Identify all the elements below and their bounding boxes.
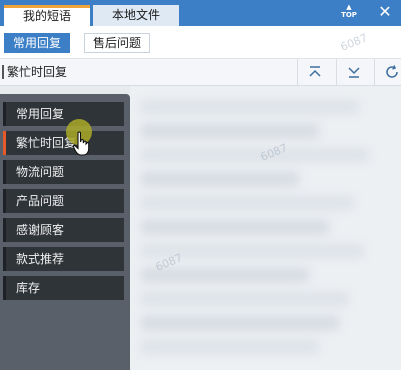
blurred-row [140,172,300,186]
menu-item-product-questions[interactable]: 产品问题 [3,189,124,213]
blurred-row [140,220,330,234]
move-to-top-button[interactable] [297,59,330,85]
top-label: TOP [341,11,357,19]
watermark: 6087 [338,31,370,54]
title-bar: 我的短语 本地文件 ▲ TOP ✕ [0,0,401,26]
menu-item-thank-customers[interactable]: 感谢顾客 [3,218,124,242]
tab-local-files[interactable]: 本地文件 [93,5,179,26]
pin-top-button[interactable]: ▲ TOP [338,4,360,22]
close-icon: ✕ [378,2,392,21]
blurred-row [140,316,340,330]
blurred-row [140,196,355,210]
menu-item-logistics[interactable]: 物流问题 [3,160,124,184]
menu-item-common-replies[interactable]: 常用回复 [3,102,124,126]
refresh-icon [386,65,398,78]
group-marker [2,65,4,79]
blurred-row [140,148,370,162]
current-group-label: 繁忙时回复 [7,65,68,79]
blurred-row [140,124,320,138]
move-to-bottom-button[interactable] [336,59,369,85]
close-button[interactable]: ✕ [376,3,394,21]
chevron-up-icon: ▲ [346,3,352,11]
menu-item-style-recommend[interactable]: 款式推荐 [3,247,124,271]
subtab-after-sales[interactable]: 售后问题 [84,33,150,53]
subtab-common-replies[interactable]: 常用回复 [4,33,70,53]
group-toolbar: 繁忙时回复 [0,59,401,86]
tab-my-phrases[interactable]: 我的短语 [4,5,90,26]
group-dropdown-menu: 常用回复 繁忙时回复 物流问题 产品问题 感谢顾客 款式推荐 库存 [0,94,130,370]
move-to-bottom-icon [348,67,360,78]
menu-item-busy-replies[interactable]: 繁忙时回复 [3,131,124,155]
blurred-row [140,100,360,114]
refresh-button[interactable] [374,59,401,85]
blurred-row [140,292,350,306]
hand-cursor-icon [72,131,90,156]
blurred-row [140,340,320,354]
menu-item-inventory[interactable]: 库存 [3,276,124,300]
move-to-top-icon [309,66,321,77]
phrase-category-tabs: 常用回复 售后问题 6087 [0,26,401,59]
